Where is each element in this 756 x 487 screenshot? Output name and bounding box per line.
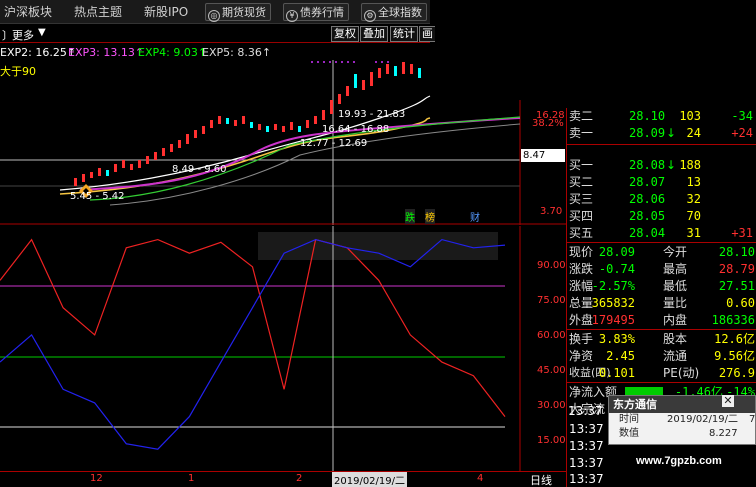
- popup-value-row: 数值 8.227: [619, 428, 738, 439]
- ma-label-5: 5.45 - 5.42: [70, 191, 125, 202]
- marker-bang[interactable]: 榜: [425, 209, 435, 224]
- flow-bar: [625, 387, 663, 395]
- buy-row-1: 买一 28.08 ↓ 188: [569, 158, 701, 172]
- sell-row-2: 卖二 28.10 103 -34: [569, 109, 753, 123]
- ma-label-4: 8.49 - 9.60: [172, 164, 227, 175]
- axis-crosshair-date: 2019/02/19/二: [332, 472, 408, 487]
- osc-series-2: [0, 238, 506, 450]
- axis-bottom-price: 3.70: [540, 206, 563, 217]
- global-index-button[interactable]: ⚙ 全球指数: [361, 3, 427, 22]
- buy-row-3: 买三 28.06 32: [569, 192, 701, 206]
- osc-axis-15: 15.00: [537, 435, 566, 446]
- ma-label-3: 12.77 - 12.69: [300, 138, 368, 149]
- ma-label-1: 19.93 - 21.83: [338, 109, 406, 120]
- osc-axis-30: 30.00: [537, 400, 566, 411]
- down-arrow-icon: ↓: [666, 158, 677, 172]
- axis-current-price: 8.47: [521, 149, 565, 162]
- legend-exp2: EXP2: 16.25↑: [0, 46, 77, 59]
- marker-die[interactable]: 跌: [405, 209, 415, 224]
- stat-row-pct: 涨幅 -2.57% 最低 27.51: [569, 279, 755, 293]
- tick-time: 13:37: [568, 404, 603, 418]
- stat-row-change: 涨跌 -0.74 最高 28.79: [569, 262, 755, 276]
- sell-row-1: 卖一 28.09 ↓ 24 +24: [569, 126, 753, 140]
- stat-row-eps: 收益(四) 0.101 PE(动) 276.9: [569, 366, 755, 380]
- stat-row-outer: 外盘 179495 内盘 186336: [569, 313, 755, 327]
- axis-month-12: 12: [90, 473, 103, 484]
- buy-row-2: 买二 28.07 13: [569, 175, 701, 189]
- stat-row-volume: 总量 365832 量比 0.60: [569, 296, 755, 310]
- legend-exp5: EXP5: 8.36↑: [202, 46, 272, 59]
- buy-row-4: 买四 28.05 70: [569, 209, 701, 223]
- axis-month-1: 1: [188, 473, 195, 484]
- oscillator-chart: [0, 226, 521, 471]
- close-icon[interactable]: ✕: [722, 395, 734, 407]
- tab-new-ipo[interactable]: 新股IPO: [144, 0, 188, 24]
- watermark: www.7gpzb.com: [636, 455, 722, 467]
- legend-exp4: EXP4: 9.03↑: [138, 46, 208, 59]
- globe-icon: ⚙: [364, 10, 376, 22]
- osc-series-1: [0, 238, 506, 417]
- stat-row-turnover: 换手 3.83% 股本 12.6亿: [569, 332, 755, 346]
- osc-axis-45: 45.00: [537, 365, 566, 376]
- bonds-button[interactable]: ¥ 债券行情: [283, 3, 349, 22]
- tick-row: 13:37: [569, 472, 604, 486]
- stat-row-price: 现价 28.09 今开 28.10: [569, 245, 755, 259]
- stat-row-net-assets: 净资 2.45 流通 9.56亿: [569, 349, 755, 363]
- down-arrow-icon: ↓: [666, 126, 677, 140]
- popup-time-row: 时间 2019/02/19/二 7: [619, 414, 756, 425]
- draw-button[interactable]: 画: [419, 26, 435, 42]
- axis-month-2: 2: [296, 473, 303, 484]
- futures-button[interactable]: ◎ 期货现货: [205, 3, 271, 22]
- more-dropdown-icon[interactable]: ▼: [38, 27, 46, 38]
- osc-axis-90: 90.00: [537, 260, 566, 271]
- osc-axis-60: 60.00: [537, 330, 566, 341]
- buy-row-5: 买五 28.04 31 +31: [569, 226, 753, 240]
- top-tab-bar: 沪深板块 热点主题 新股IPO ◎ 期货现货 ¥ 债券行情 ⚙ 全球指数: [0, 0, 430, 24]
- fuquan-button[interactable]: 复权: [331, 26, 359, 42]
- legend-exp3: EXP3: 13.13↑: [68, 46, 145, 59]
- osc-axis-75: 75.00: [537, 295, 566, 306]
- ma-label-2: 16.64 - 16.88: [322, 124, 390, 135]
- axis-month-4: 4: [477, 473, 484, 484]
- futures-icon: ◎: [208, 10, 220, 22]
- tab-hot-topics[interactable]: 热点主题: [74, 0, 122, 24]
- marker-cai[interactable]: 财: [470, 209, 480, 224]
- tab-board[interactable]: 沪深板块: [4, 0, 52, 24]
- overlay-button[interactable]: 叠加: [360, 26, 388, 42]
- bonds-icon: ¥: [286, 10, 298, 22]
- axis-pct: 38.2%: [532, 118, 564, 129]
- more-button[interactable]: 更多: [12, 27, 34, 43]
- stats-button[interactable]: 统计: [390, 26, 418, 42]
- period-selector[interactable]: 日线: [530, 472, 552, 487]
